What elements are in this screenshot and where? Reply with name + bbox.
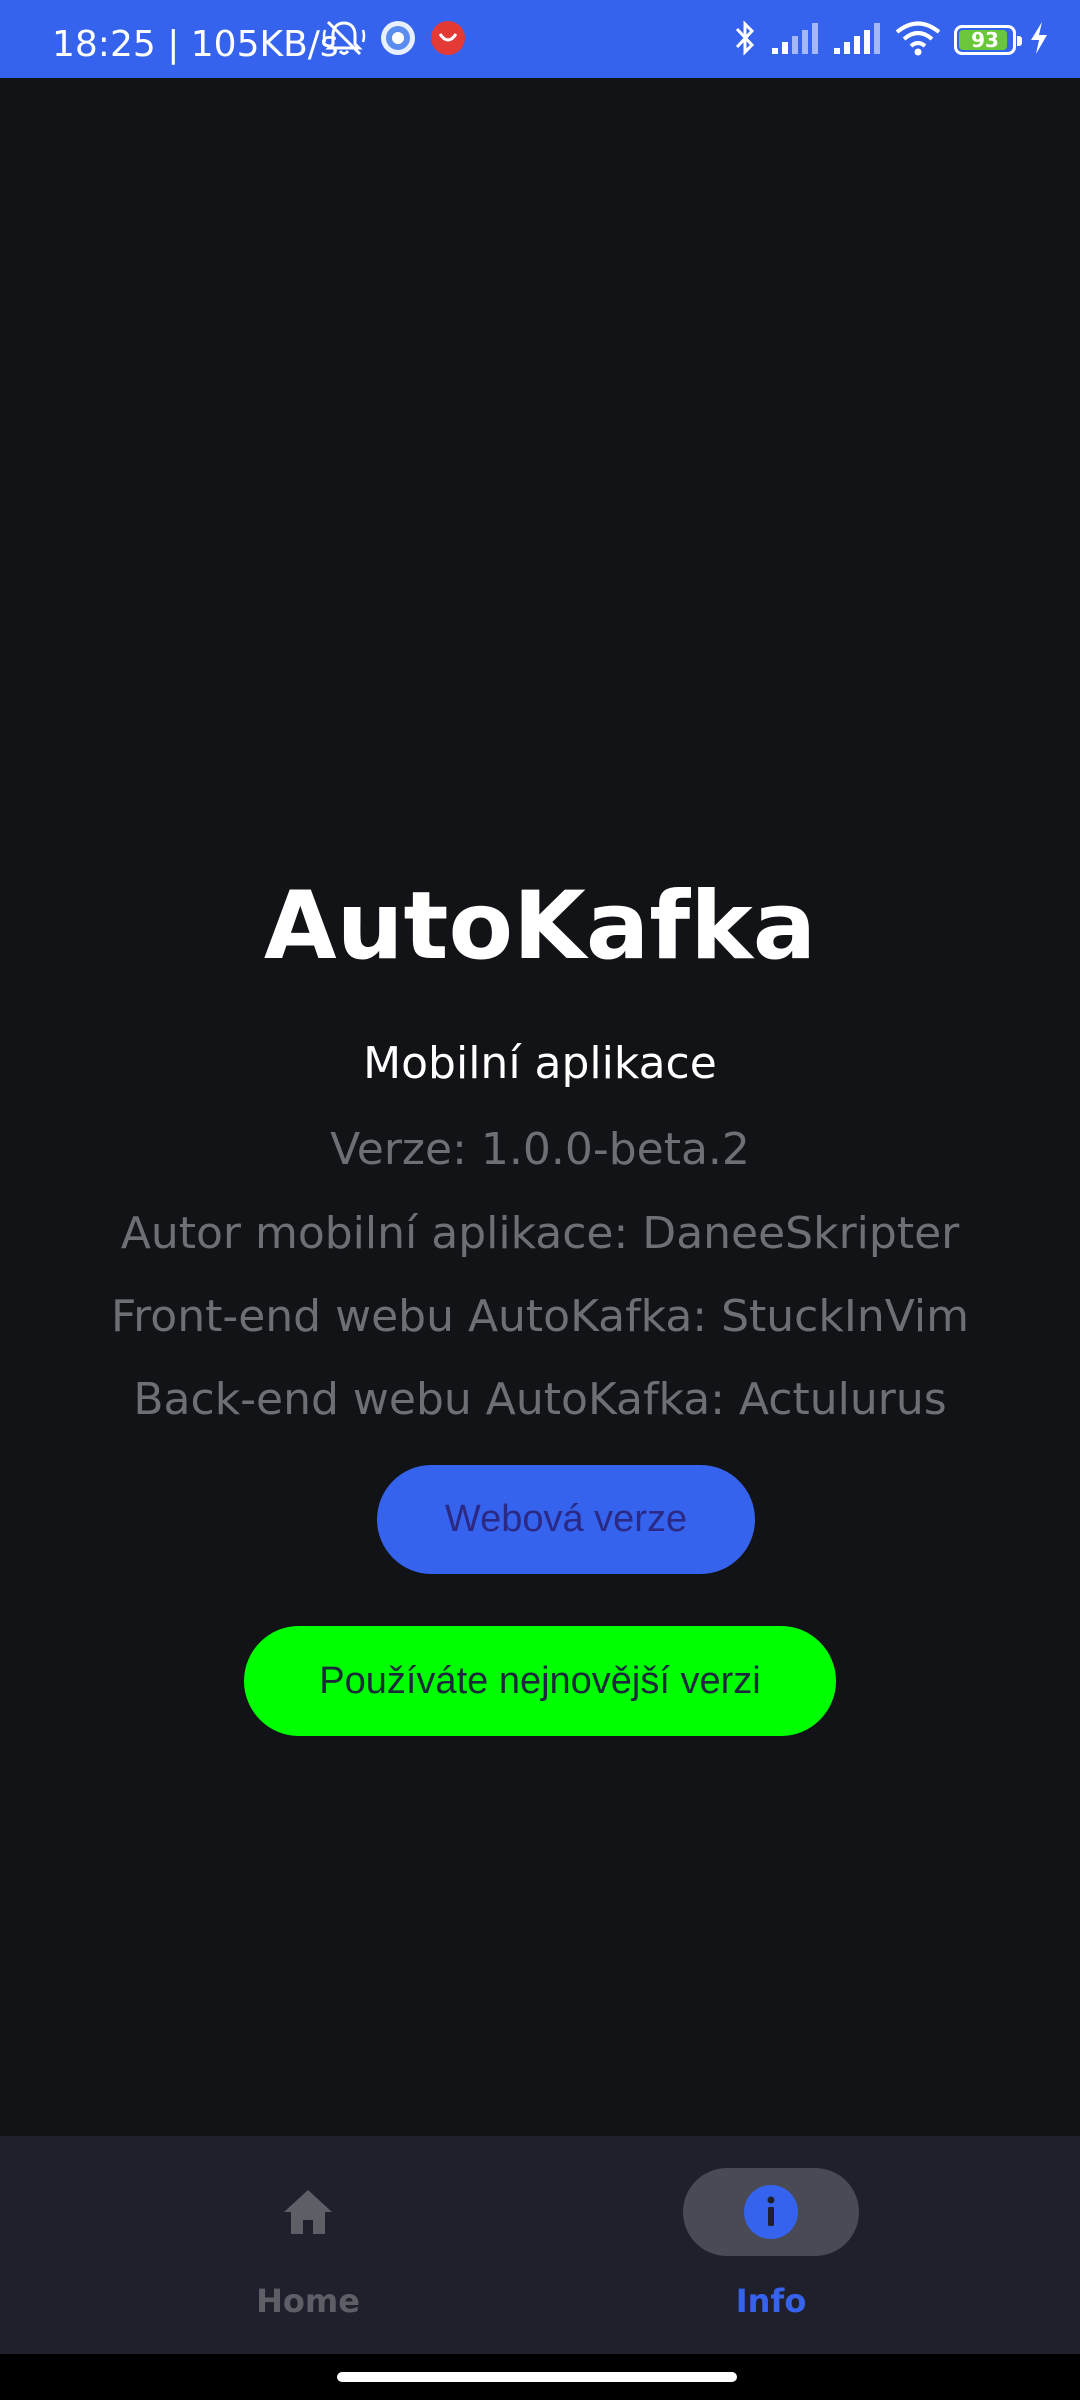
version-text: Verze: 1.0.0-beta.2 [330,1124,750,1175]
home-icon [280,2184,336,2240]
update-status-button[interactable]: Používáte nejnovější verzi [244,1626,836,1736]
app-notification-icon-2 [430,20,466,60]
app-notification-icon [380,20,416,60]
bottom-navigation: Home Info [0,2136,1080,2354]
charging-icon [1028,20,1050,60]
status-bar: 18:25 | 105KB/s 93 [0,0,1080,78]
battery-tip [1017,36,1022,46]
web-version-button[interactable]: Webová verze [377,1465,755,1574]
mute-bell-icon [322,18,366,62]
mobile-author-text: Autor mobilní aplikace: DaneeSkripter [120,1208,960,1259]
status-time: 18:25 | 105KB/s [52,24,339,65]
signal-icon-2 [832,20,882,60]
app-title: AutoKafka [263,872,817,981]
nav-item-info[interactable]: Info [540,2136,1080,2354]
battery-level: 93 [971,28,999,52]
backend-author-text: Back-end webu AutoKafka: Actulurus [133,1374,947,1425]
battery-icon: 93 [954,25,1022,55]
nav-item-home[interactable]: Home [0,2136,540,2354]
bluetooth-icon [732,18,758,62]
status-notification-icons [322,18,466,62]
status-system-icons: 93 [732,18,1050,62]
nav-label-home: Home [256,2282,360,2320]
app-screen: 18:25 | 105KB/s 93 AutoKafka Mobilní apl… [0,0,1080,2400]
signal-icon [770,20,820,60]
nav-label-info: Info [735,2282,807,2320]
gesture-handle[interactable] [337,2372,737,2382]
info-icon [743,2184,799,2240]
wifi-icon [894,19,942,61]
frontend-author-text: Front-end webu AutoKafka: StuckInVim [111,1291,969,1342]
app-subtitle: Mobilní aplikace [363,1038,717,1089]
